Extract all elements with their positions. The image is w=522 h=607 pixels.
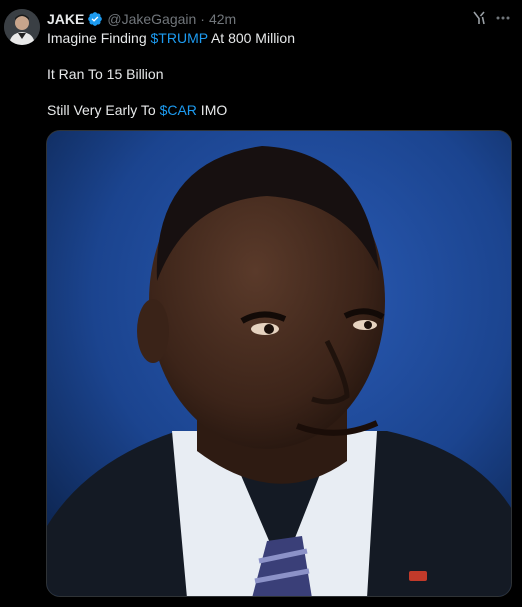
tweet-text-line-2: It Ran To 15 Billion xyxy=(47,66,164,82)
more-options-icon[interactable] xyxy=(494,9,512,27)
author-handle[interactable]: @JakeGagain xyxy=(107,11,196,27)
cashtag-link-trump[interactable]: $TRUMP xyxy=(151,30,208,46)
portrait-photo xyxy=(47,131,511,596)
avatar[interactable] xyxy=(4,9,40,45)
tweet-photo[interactable] xyxy=(46,130,512,597)
grok-icon[interactable] xyxy=(470,9,488,27)
separator-dot: · xyxy=(200,11,205,27)
tweet-text: At 800 Million xyxy=(207,30,295,46)
tweet: JAKE @JakeGagain · 42m Imagine Finding $… xyxy=(0,0,522,607)
avatar-image xyxy=(4,9,40,45)
tweet-text: IMO xyxy=(196,102,228,118)
tweet-text-line-1: Imagine Finding $TRUMP At 800 Million xyxy=(47,29,295,47)
tweet-header: JAKE @JakeGagain · 42m xyxy=(47,10,236,28)
tweet-text-line-3: Still Very Early To $CAR IMO xyxy=(47,101,227,119)
tweet-text: Imagine Finding xyxy=(47,30,151,46)
verified-badge-icon xyxy=(87,11,103,27)
tweet-text: Still Very Early To xyxy=(47,102,160,118)
timestamp[interactable]: 42m xyxy=(209,11,236,27)
cashtag-link-car[interactable]: $CAR xyxy=(160,102,197,118)
display-name[interactable]: JAKE xyxy=(47,11,84,27)
